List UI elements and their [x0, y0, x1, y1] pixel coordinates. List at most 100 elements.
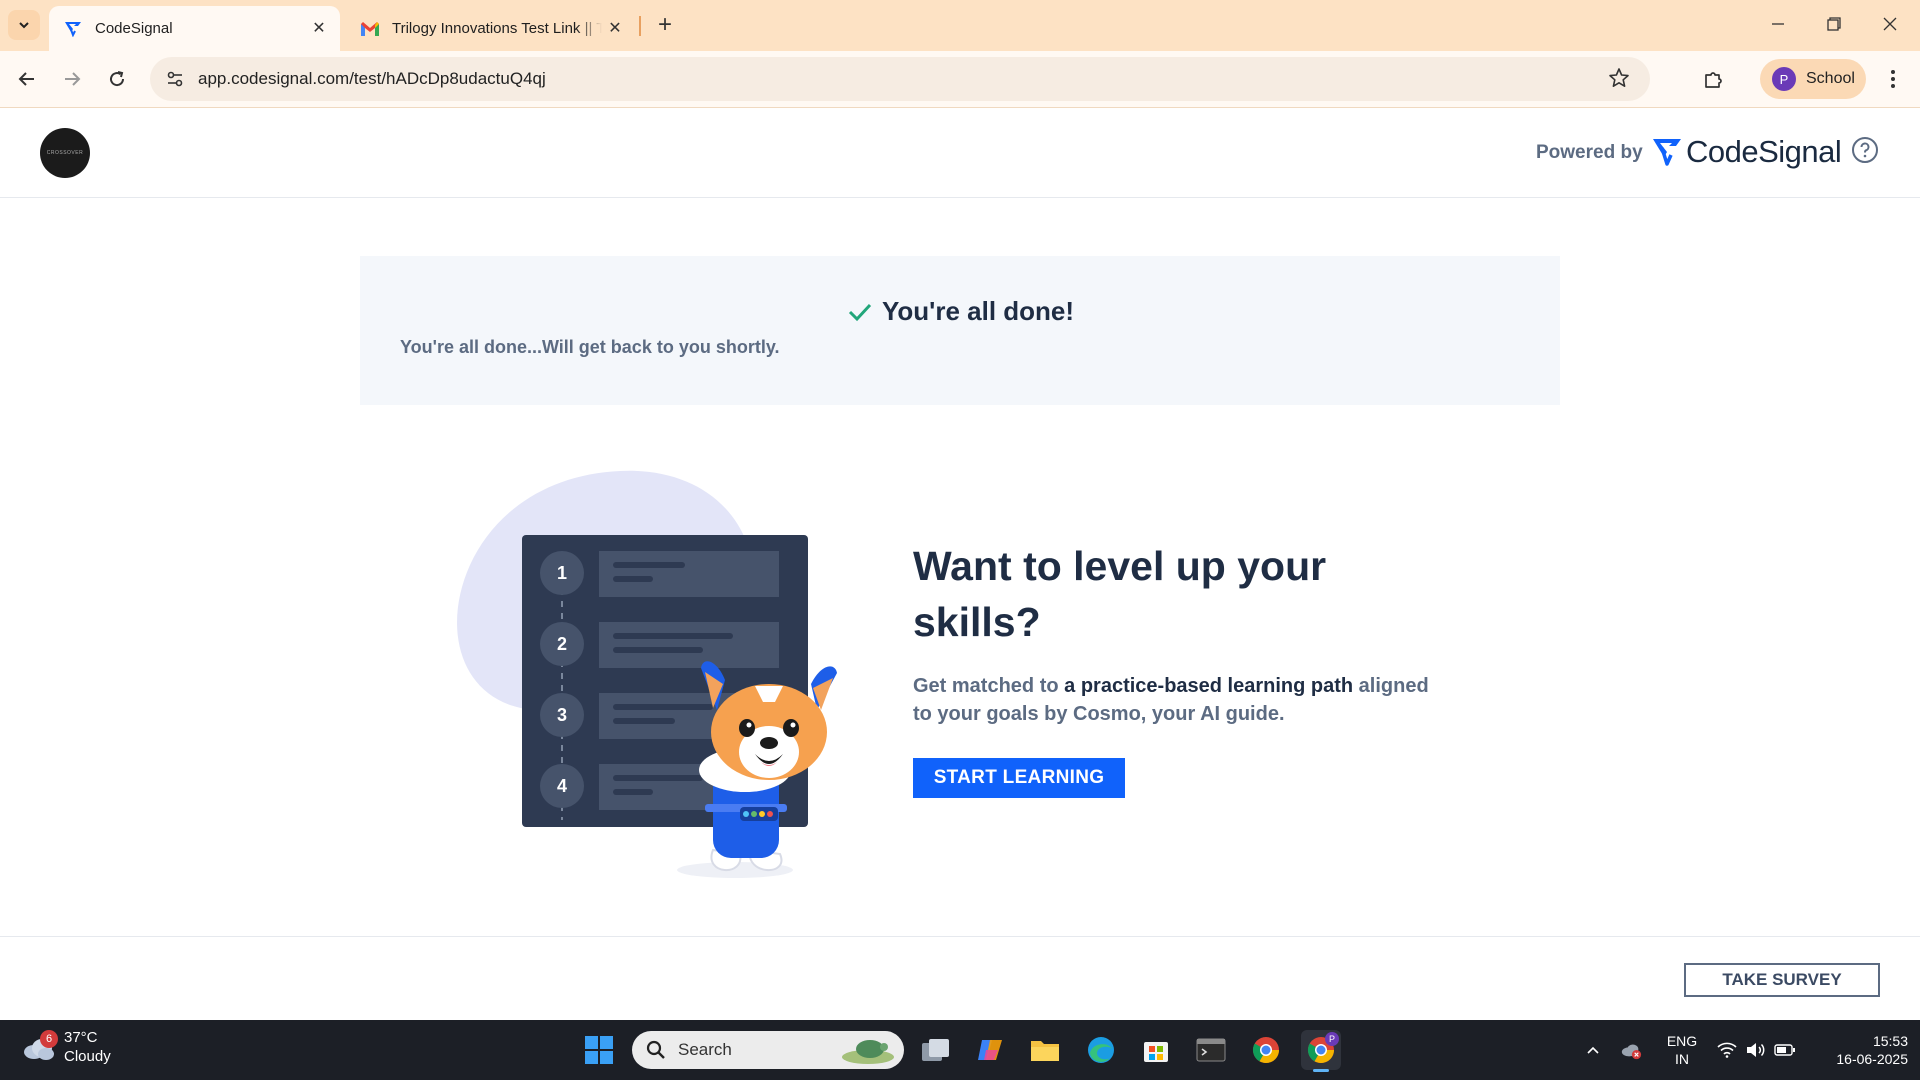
language-indicator[interactable]: ENG IN [1664, 1032, 1700, 1068]
windows-logo-icon [585, 1036, 613, 1064]
wifi-icon[interactable] [1716, 1040, 1738, 1060]
task-view-icon [922, 1039, 949, 1061]
page-footer: TAKE SURVEY [0, 936, 1920, 1020]
weather-widget[interactable]: 6 37°C Cloudy [20, 1028, 111, 1066]
taskbar: 6 37°C Cloudy Search P ENG IN 15:53 16-0… [0, 1020, 1920, 1080]
active-indicator [1313, 1069, 1329, 1072]
minimize-button[interactable] [1758, 8, 1798, 40]
extensions-button[interactable] [1697, 62, 1731, 96]
step-number: 3 [557, 705, 567, 725]
profile-badge: P [1325, 1032, 1339, 1046]
language-code: ENG [1666, 1033, 1698, 1049]
arrow-left-icon [18, 72, 34, 86]
completion-title-text: You're all done! [882, 296, 1075, 326]
step-number: 4 [557, 776, 567, 796]
battery-icon[interactable] [1774, 1040, 1796, 1060]
tab-search-button[interactable] [8, 10, 40, 40]
chevron-down-icon [19, 22, 29, 29]
edge-button[interactable] [1081, 1030, 1121, 1070]
cloud-icon: 6 [20, 1030, 58, 1062]
checkmark-icon [848, 303, 872, 321]
new-tab-button[interactable]: + [650, 10, 680, 40]
profile-label: School [1806, 70, 1855, 87]
store-button[interactable] [1136, 1030, 1176, 1070]
reload-button[interactable] [100, 62, 134, 96]
file-explorer-button[interactable] [1025, 1030, 1065, 1070]
take-survey-button[interactable]: TAKE SURVEY [1684, 963, 1880, 997]
restore-icon [1827, 17, 1841, 31]
gmail-favicon-icon [360, 19, 380, 39]
chrome-button[interactable] [1246, 1030, 1286, 1070]
url-text: app.codesignal.com/test/hADcDp8udactuQ4q… [198, 69, 546, 88]
learning-path-illustration: 1 2 3 4 [457, 470, 837, 878]
profile-button[interactable]: P School [1760, 59, 1866, 99]
step-number: 2 [557, 634, 567, 654]
clock-time: 15:53 [1872, 1033, 1908, 1049]
search-icon [646, 1040, 665, 1059]
tab-gmail[interactable]: Trilogy Innovations Test Link || T ✕ [346, 6, 636, 51]
close-tab-icon[interactable]: ✕ [606, 19, 624, 37]
avatar: P [1772, 67, 1796, 91]
tab-divider [639, 16, 641, 36]
plus-icon: + [657, 11, 672, 38]
brand-name: CodeSignal [1686, 134, 1842, 169]
promo-desc-text: Get matched to [913, 675, 1065, 697]
restore-button[interactable] [1814, 8, 1854, 40]
bookmark-star-icon[interactable] [1608, 67, 1630, 94]
reload-icon [110, 71, 125, 87]
temperature: 37°C [64, 1029, 98, 1046]
completion-panel: You're all done! You're all done...Will … [360, 256, 1560, 405]
site-info-icon[interactable] [162, 66, 188, 92]
crossover-logo: CROSSOVER [40, 128, 90, 178]
completion-title: You're all done! [848, 296, 1074, 327]
chevron-up-icon [1587, 1046, 1599, 1054]
weather-condition: Cloudy [64, 1048, 111, 1065]
task-view-button[interactable] [916, 1030, 956, 1070]
weather-alert-badge: 6 [40, 1030, 58, 1048]
promo-desc-highlight: a practice-based learning path [1064, 675, 1354, 697]
help-icon[interactable] [1851, 136, 1879, 164]
step-number: 1 [557, 563, 567, 583]
browser-toolbar: app.codesignal.com/test/hADcDp8udactuQ4q… [0, 51, 1920, 108]
arrow-right-icon [65, 72, 81, 86]
terminal-icon [1196, 1038, 1226, 1062]
close-window-button[interactable] [1870, 8, 1910, 40]
promo-heading: Want to level up your skills? [913, 543, 1327, 645]
kebab-menu-icon [1891, 70, 1895, 88]
close-tab-icon[interactable]: ✕ [310, 19, 328, 37]
forward-button[interactable] [55, 62, 89, 96]
tab-strip: CodeSignal ✕ Trilogy Innovations Test Li… [0, 0, 1920, 51]
codesignal-mark-icon [1653, 139, 1681, 166]
folder-icon [1031, 1041, 1059, 1061]
copilot-button[interactable] [971, 1030, 1011, 1070]
start-button[interactable] [579, 1030, 619, 1070]
page-header: CROSSOVER Powered by CodeSignal [0, 108, 1920, 198]
clock[interactable]: 15:53 16-06-2025 [1812, 1032, 1908, 1068]
terminal-button[interactable] [1191, 1030, 1231, 1070]
volume-icon[interactable] [1745, 1040, 1767, 1060]
powered-by-label: Powered by [1536, 142, 1643, 163]
show-hidden-icons-button[interactable] [1582, 1040, 1604, 1060]
chrome-profile-button[interactable]: P [1301, 1030, 1341, 1072]
codesignal-logo[interactable]: CodeSignal [1652, 134, 1842, 170]
edge-icon [1088, 1037, 1114, 1063]
tab-codesignal[interactable]: CodeSignal ✕ [49, 6, 340, 51]
chrome-icon [1252, 1037, 1280, 1064]
puzzle-icon [1705, 72, 1722, 88]
browser-menu-button[interactable] [1876, 62, 1910, 96]
taskbar-search[interactable]: Search [632, 1031, 904, 1069]
tab-title: CodeSignal [95, 20, 173, 37]
start-learning-button[interactable]: START LEARNING [913, 758, 1125, 798]
close-icon [1883, 17, 1897, 31]
back-button[interactable] [10, 62, 44, 96]
address-bar[interactable]: app.codesignal.com/test/hADcDp8udactuQ4q… [150, 57, 1650, 101]
search-highlight-icon [842, 1040, 894, 1064]
clock-date: 16-06-2025 [1836, 1051, 1908, 1067]
logo-text: CROSSOVER [46, 150, 84, 156]
copilot-icon [978, 1040, 1002, 1060]
codesignal-favicon-icon [63, 19, 83, 39]
region-code: IN [1675, 1051, 1689, 1067]
store-icon [1144, 1042, 1168, 1062]
search-placeholder: Search [678, 1040, 732, 1059]
onedrive-status-button[interactable] [1620, 1040, 1642, 1060]
